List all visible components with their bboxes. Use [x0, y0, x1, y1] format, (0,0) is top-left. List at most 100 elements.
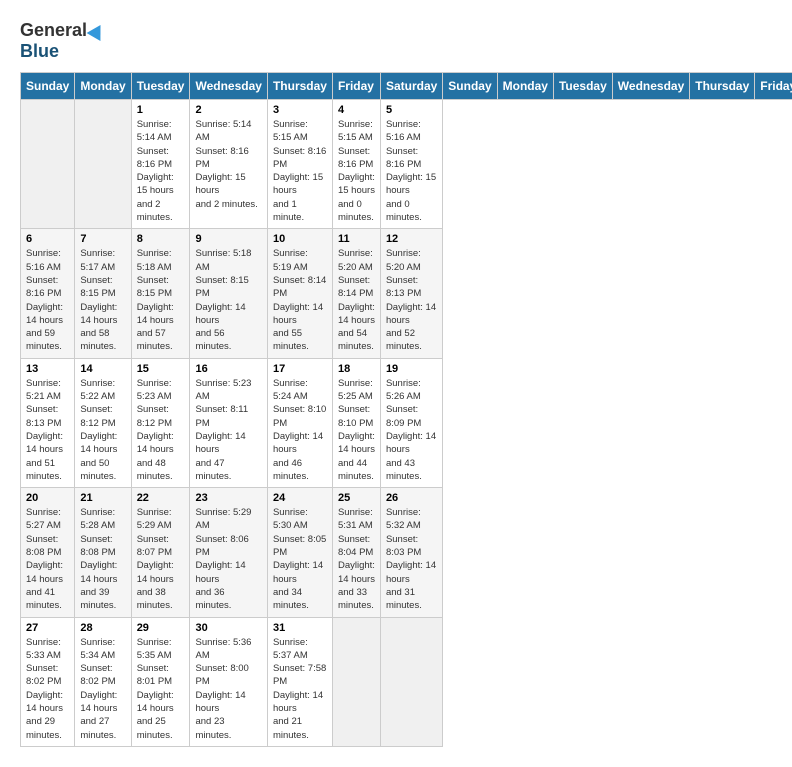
calendar-cell: 2Sunrise: 5:14 AM Sunset: 8:16 PM Daylig…: [190, 100, 267, 229]
logo: General Blue: [20, 20, 105, 62]
header-thursday: Thursday: [267, 73, 332, 100]
calendar-cell: 8 Sunrise: 5:18 AM Sunset: 8:15 PM Daylig…: [131, 229, 190, 358]
day-info: Sunrise: 5:20 AM Sunset: 8:14 PM Dayligh…: [338, 247, 375, 353]
day-info: Sunrise: 5:17 AM Sunset: 8:15 PM Dayligh…: [80, 247, 125, 353]
day-info: Sunrise: 5:32 AM Sunset: 8:03 PM Dayligh…: [386, 506, 437, 612]
calendar-table: SundayMondayTuesdayWednesdayThursdayFrid…: [20, 72, 792, 747]
day-info: Sunrise: 5:14 AM Sunset: 8:16 PM Dayligh…: [137, 118, 185, 224]
day-number: 13: [26, 363, 69, 375]
calendar-week-row: 27Sunrise: 5:33 AM Sunset: 8:02 PM Dayli…: [21, 617, 792, 746]
day-info: Sunrise: 5:37 AM Sunset: 7:58 PM Dayligh…: [273, 636, 327, 742]
calendar-week-row: 20Sunrise: 5:27 AM Sunset: 8:08 PM Dayli…: [21, 488, 792, 617]
calendar-cell: 18 Sunrise: 5:25 AM Sunset: 8:10 PM Dayli…: [332, 358, 380, 487]
day-number: 26: [386, 492, 437, 504]
calendar-week-row: 1 Sunrise: 5:14 AM Sunset: 8:16 PM Daylig…: [21, 100, 792, 229]
day-number: 7: [80, 233, 125, 245]
day-info: Sunrise: 5:25 AM Sunset: 8:10 PM Dayligh…: [338, 377, 375, 483]
calendar-cell: [75, 100, 131, 229]
day-number: 21: [80, 492, 125, 504]
day-number: 28: [80, 622, 125, 634]
day-info: Sunrise: 5:33 AM Sunset: 8:02 PM Dayligh…: [26, 636, 69, 742]
calendar-cell: 30 Sunrise: 5:36 AM Sunset: 8:00 PM Dayli…: [190, 617, 267, 746]
day-info: Sunrise: 5:15 AM Sunset: 8:16 PM Dayligh…: [338, 118, 375, 224]
day-info: Sunrise: 5:22 AM Sunset: 8:12 PM Dayligh…: [80, 377, 125, 483]
day-info: Sunrise: 5:34 AM Sunset: 8:02 PM Dayligh…: [80, 636, 125, 742]
day-number: 19: [386, 363, 437, 375]
day-number: 10: [273, 233, 327, 245]
day-number: 25: [338, 492, 375, 504]
day-number: 12: [386, 233, 437, 245]
logo-general-text: General: [20, 20, 87, 41]
calendar-cell: 27Sunrise: 5:33 AM Sunset: 8:02 PM Dayli…: [21, 617, 75, 746]
day-number: 16: [195, 363, 261, 375]
day-info: Sunrise: 5:36 AM Sunset: 8:00 PM Dayligh…: [195, 636, 261, 742]
day-info: Sunrise: 5:23 AM Sunset: 8:12 PM Dayligh…: [137, 377, 185, 483]
day-info: Sunrise: 5:21 AM Sunset: 8:13 PM Dayligh…: [26, 377, 69, 483]
calendar-cell: 31Sunrise: 5:37 AM Sunset: 7:58 PM Dayli…: [267, 617, 332, 746]
calendar-cell: 22 Sunrise: 5:29 AM Sunset: 8:07 PM Dayli…: [131, 488, 190, 617]
day-number: 4: [338, 104, 375, 116]
calendar-cell: 23 Sunrise: 5:29 AM Sunset: 8:06 PM Dayli…: [190, 488, 267, 617]
header-saturday: Saturday: [380, 73, 442, 100]
page-header: General Blue: [20, 20, 772, 62]
day-number: 8: [137, 233, 185, 245]
calendar-cell: 3Sunrise: 5:15 AM Sunset: 8:16 PM Daylig…: [267, 100, 332, 229]
calendar-cell: 6Sunrise: 5:16 AM Sunset: 8:16 PM Daylig…: [21, 229, 75, 358]
day-number: 22: [137, 492, 185, 504]
header-tuesday: Tuesday: [131, 73, 190, 100]
calendar-cell: 9 Sunrise: 5:18 AM Sunset: 8:15 PM Daylig…: [190, 229, 267, 358]
calendar-cell: [380, 617, 442, 746]
col-header-monday: Monday: [497, 73, 553, 100]
day-number: 11: [338, 233, 375, 245]
calendar-cell: 12 Sunrise: 5:20 AM Sunset: 8:13 PM Dayli…: [380, 229, 442, 358]
day-info: Sunrise: 5:20 AM Sunset: 8:13 PM Dayligh…: [386, 247, 437, 353]
day-number: 5: [386, 104, 437, 116]
logo-icon: [87, 20, 108, 40]
calendar-cell: 14Sunrise: 5:22 AM Sunset: 8:12 PM Dayli…: [75, 358, 131, 487]
calendar-week-row: 13 Sunrise: 5:21 AM Sunset: 8:13 PM Dayli…: [21, 358, 792, 487]
calendar-header-row: SundayMondayTuesdayWednesdayThursdayFrid…: [21, 73, 792, 100]
calendar-cell: 16 Sunrise: 5:23 AM Sunset: 8:11 PM Dayli…: [190, 358, 267, 487]
day-number: 15: [137, 363, 185, 375]
calendar-cell: 10 Sunrise: 5:19 AM Sunset: 8:14 PM Dayli…: [267, 229, 332, 358]
day-info: Sunrise: 5:28 AM Sunset: 8:08 PM Dayligh…: [80, 506, 125, 612]
day-info: Sunrise: 5:15 AM Sunset: 8:16 PM Dayligh…: [273, 118, 327, 224]
calendar-cell: [21, 100, 75, 229]
calendar-cell: 26 Sunrise: 5:32 AM Sunset: 8:03 PM Dayli…: [380, 488, 442, 617]
day-number: 18: [338, 363, 375, 375]
col-header-wednesday: Wednesday: [612, 73, 689, 100]
day-info: Sunrise: 5:14 AM Sunset: 8:16 PM Dayligh…: [195, 118, 261, 211]
day-number: 9: [195, 233, 261, 245]
day-info: Sunrise: 5:19 AM Sunset: 8:14 PM Dayligh…: [273, 247, 327, 353]
calendar-cell: 1 Sunrise: 5:14 AM Sunset: 8:16 PM Daylig…: [131, 100, 190, 229]
day-info: Sunrise: 5:31 AM Sunset: 8:04 PM Dayligh…: [338, 506, 375, 612]
day-number: 23: [195, 492, 261, 504]
day-info: Sunrise: 5:18 AM Sunset: 8:15 PM Dayligh…: [195, 247, 261, 353]
day-number: 24: [273, 492, 327, 504]
day-number: 30: [195, 622, 261, 634]
calendar-cell: 15 Sunrise: 5:23 AM Sunset: 8:12 PM Dayli…: [131, 358, 190, 487]
day-info: Sunrise: 5:16 AM Sunset: 8:16 PM Dayligh…: [386, 118, 437, 224]
day-number: 6: [26, 233, 69, 245]
day-info: Sunrise: 5:24 AM Sunset: 8:10 PM Dayligh…: [273, 377, 327, 483]
calendar-cell: 5 Sunrise: 5:16 AM Sunset: 8:16 PM Daylig…: [380, 100, 442, 229]
calendar-cell: [332, 617, 380, 746]
day-info: Sunrise: 5:30 AM Sunset: 8:05 PM Dayligh…: [273, 506, 327, 612]
day-info: Sunrise: 5:29 AM Sunset: 8:06 PM Dayligh…: [195, 506, 261, 612]
day-info: Sunrise: 5:18 AM Sunset: 8:15 PM Dayligh…: [137, 247, 185, 353]
day-number: 20: [26, 492, 69, 504]
calendar-cell: 29Sunrise: 5:35 AM Sunset: 8:01 PM Dayli…: [131, 617, 190, 746]
day-number: 1: [137, 104, 185, 116]
calendar-week-row: 6Sunrise: 5:16 AM Sunset: 8:16 PM Daylig…: [21, 229, 792, 358]
calendar-cell: 20Sunrise: 5:27 AM Sunset: 8:08 PM Dayli…: [21, 488, 75, 617]
calendar-cell: 19Sunrise: 5:26 AM Sunset: 8:09 PM Dayli…: [380, 358, 442, 487]
header-friday: Friday: [332, 73, 380, 100]
calendar-cell: 24 Sunrise: 5:30 AM Sunset: 8:05 PM Dayli…: [267, 488, 332, 617]
calendar-cell: 28 Sunrise: 5:34 AM Sunset: 8:02 PM Dayli…: [75, 617, 131, 746]
col-header-thursday: Thursday: [690, 73, 755, 100]
calendar-cell: 25 Sunrise: 5:31 AM Sunset: 8:04 PM Dayli…: [332, 488, 380, 617]
day-info: Sunrise: 5:29 AM Sunset: 8:07 PM Dayligh…: [137, 506, 185, 612]
col-header-tuesday: Tuesday: [553, 73, 612, 100]
calendar-cell: 17Sunrise: 5:24 AM Sunset: 8:10 PM Dayli…: [267, 358, 332, 487]
day-info: Sunrise: 5:23 AM Sunset: 8:11 PM Dayligh…: [195, 377, 261, 483]
